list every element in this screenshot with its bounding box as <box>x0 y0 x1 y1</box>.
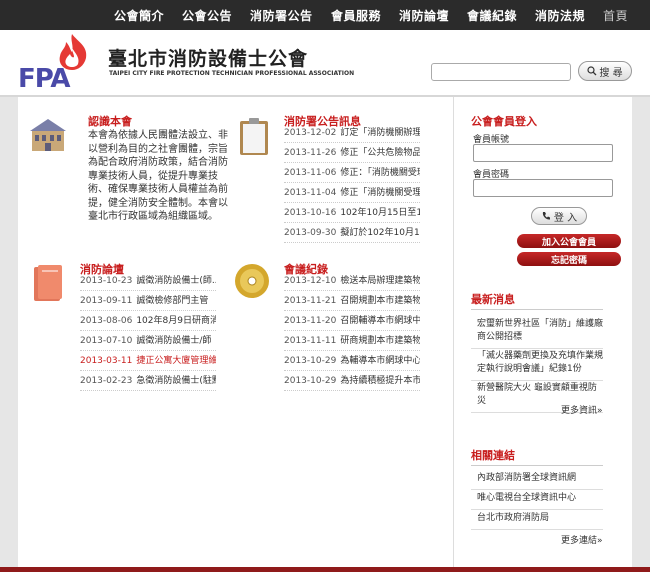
nav-item-announcements[interactable]: 公會公告 <box>182 7 232 24</box>
join-member-button[interactable]: 加入公會會員 <box>517 234 621 248</box>
latest-news-item[interactable]: 「滅火器藥劑更換及充填作業規定執行說明會議」紀錄1份 <box>471 347 603 381</box>
login-button-label: 登 入 <box>553 212 578 224</box>
minutes-list: 2013-12-10檢送本局辦理建築物消... 2013-11-21召開規劃本市… <box>284 273 424 393</box>
column-divider <box>453 97 454 567</box>
links-title: 相關連結 <box>471 449 515 462</box>
list-item[interactable]: 2013-10-16102年10月15日至16日... <box>284 205 420 223</box>
logo-text: FPA <box>18 64 71 94</box>
login-button[interactable]: 登 入 <box>531 207 587 225</box>
nav-item-regulations[interactable]: 消防法規 <box>535 7 585 24</box>
nav-item-member-service[interactable]: 會員服務 <box>331 7 381 24</box>
list-item[interactable]: 2013-09-30擬訂於102年10月15日... <box>284 225 420 243</box>
nav-item-home[interactable]: 首頁 <box>603 7 628 24</box>
site-subtitle: TAIPEI CITY FIRE PROTECTION TECHNICIAN P… <box>109 70 355 77</box>
password-input[interactable] <box>473 179 613 197</box>
latest-news-title: 最新消息 <box>471 293 515 306</box>
minutes-section: 會議紀錄 2013-12-10檢送本局辦理建築物消... 2013-11-21召… <box>232 259 442 391</box>
list-item[interactable]: 2013-08-06102年8月9日研商消防... <box>80 313 216 331</box>
top-nav: 公會簡介 公會公告 消防署公告 會員服務 消防論壇 會議紀錄 消防法規 首頁 <box>0 0 650 30</box>
about-text: 本會為依據人民團體法設立、非以營利為目的之社會團體，宗旨為配合政府消防政策，結合… <box>88 130 228 222</box>
account-input[interactable] <box>473 144 613 162</box>
site-header: FPA 臺北市消防設備士公會 TAIPEI CITY FIRE PROTECTI… <box>0 30 650 97</box>
latest-news-item[interactable]: 宏璽新世界社區「消防」維護廠商公開招標 <box>471 315 603 349</box>
list-item[interactable]: 2013-11-21召開規劃本市建築物中... <box>284 293 420 311</box>
forum-list: 2013-10-23誠徵消防設備士(師..急~~ 2013-09-11誠徵檢修部… <box>80 273 220 393</box>
building-icon <box>30 119 66 151</box>
phone-icon <box>542 212 550 220</box>
list-item[interactable]: 2013-09-11 誠徵檢修部門主管 <box>80 293 216 311</box>
list-item[interactable]: 2013-10-29為輔導本市網球中心新... <box>284 353 420 371</box>
latest-news-more-link[interactable]: 更多資訊» <box>561 403 603 416</box>
nav-item-minutes[interactable]: 會議紀錄 <box>467 7 517 24</box>
disc-icon <box>235 264 269 298</box>
login-title: 公會會員登入 <box>471 115 537 128</box>
list-item[interactable]: 2013-03-11捷正公寓大廈管理維護... <box>80 353 216 371</box>
about-section: 認識本會 本會為依據人民團體法設立、非以營利為目的之社會團體，宗旨為配合政府消防… <box>26 111 228 231</box>
search-input[interactable] <box>431 63 571 81</box>
list-item[interactable]: 2013-10-29為持續積極提升本市住... <box>284 373 420 391</box>
nav-item-forum[interactable]: 消防論壇 <box>399 7 449 24</box>
search-button[interactable]: 搜 尋 <box>578 61 632 81</box>
main-content: 認識本會 本會為依據人民團體法設立、非以營利為目的之社會團體，宗旨為配合政府消防… <box>18 97 632 567</box>
list-item[interactable]: 2013-02-23急徵消防設備士(駐點:南... <box>80 373 216 391</box>
footer-bar <box>0 567 650 572</box>
list-item[interactable]: 2013-07-10 誠徵消防設備士/師 <box>80 333 216 351</box>
about-title[interactable]: 認識本會 <box>88 113 132 129</box>
search-button-label: 搜 尋 <box>599 67 623 79</box>
list-item[interactable]: 2013-12-10檢送本局辦理建築物消... <box>284 273 420 291</box>
link-item[interactable]: 內政部消防署全球資訊網 <box>471 469 603 490</box>
nav-item-about[interactable]: 公會簡介 <box>114 7 164 24</box>
list-item[interactable]: 2013-11-04修正「消防機關受理業... <box>284 185 420 203</box>
list-item[interactable]: 2013-11-11研商規劃本市建築物中... <box>284 333 420 351</box>
list-item[interactable]: 2013-12-02訂定「消防機關辦理公... <box>284 125 420 143</box>
clipboard-icon <box>240 118 268 155</box>
latest-news-divider <box>471 309 603 310</box>
folder-icon <box>34 265 62 301</box>
logo[interactable]: FPA <box>18 34 98 94</box>
search-icon <box>587 66 597 76</box>
link-item[interactable]: 台北市政府消防局 <box>471 509 603 530</box>
list-item[interactable]: 2013-11-06修正：「消防機關受理... <box>284 165 420 183</box>
fire-notice-section: 消防署公告訊息 2013-12-02訂定「消防機關辦理公... 2013-11-… <box>232 111 442 243</box>
links-more-link[interactable]: 更多連結» <box>561 533 603 546</box>
nav-item-fire-agency-notice[interactable]: 消防署公告 <box>250 7 313 24</box>
forum-section: 消防論壇 2013-10-23誠徵消防設備士(師..急~~ 2013-09-11… <box>26 259 226 391</box>
fire-notice-list: 2013-12-02訂定「消防機關辦理公... 2013-11-26修正「公共危… <box>284 125 424 245</box>
link-item[interactable]: 唯心電視台全球資訊中心 <box>471 489 603 510</box>
forgot-password-button[interactable]: 忘記密碼 <box>517 252 621 266</box>
links-divider <box>471 465 603 466</box>
list-item[interactable]: 2013-11-26修正「公共危險物品及... <box>284 145 420 163</box>
site-title: 臺北市消防設備士公會 <box>108 48 309 70</box>
list-item[interactable]: 2013-10-23誠徵消防設備士(師..急~~ <box>80 273 216 291</box>
list-item[interactable]: 2013-11-20召開輔導本市網球中心... <box>284 313 420 331</box>
